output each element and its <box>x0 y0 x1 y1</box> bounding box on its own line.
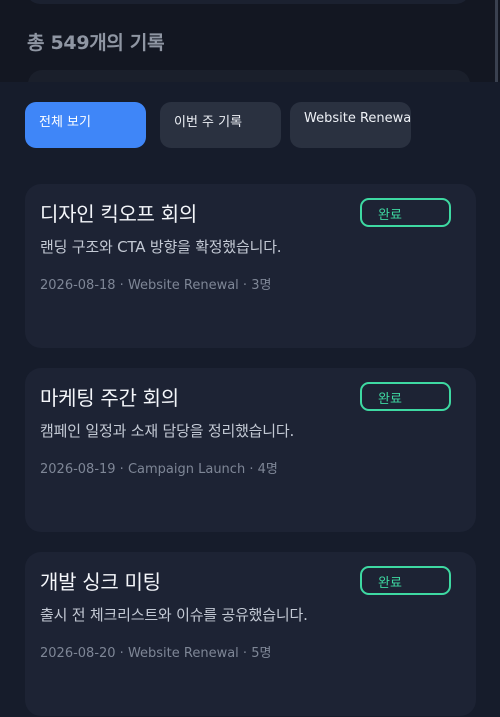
meeting-title: 디자인 킥오프 회의 <box>40 202 197 226</box>
meeting-summary: 랜딩 구조와 CTA 방향을 확정했습니다. <box>40 238 282 256</box>
meeting-title: 마케팅 주간 회의 <box>40 386 179 410</box>
meeting-summary: 출시 전 체크리스트와 이슈를 공유했습니다. <box>40 606 308 624</box>
meeting-meta: 2026-08-20 · Website Renewal · 5명 <box>40 646 272 661</box>
previous-card-edge <box>26 0 470 4</box>
meeting-summary: 캠페인 일정과 소재 담당을 정리했습니다. <box>40 422 295 440</box>
record-count: 총 549개의 기록 <box>27 32 165 54</box>
status-badge: 완료 <box>360 566 451 595</box>
scrollbar[interactable] <box>495 0 498 84</box>
meeting-meta: 2026-08-18 · Website Renewal · 3명 <box>40 278 272 293</box>
status-badge: 완료 <box>360 382 451 411</box>
meeting-card[interactable]: 개발 싱크 미팅 완료 출시 전 체크리스트와 이슈를 공유했습니다. 2026… <box>25 552 476 716</box>
meeting-meta: 2026-08-19 · Campaign Launch · 4명 <box>40 462 278 477</box>
status-badge: 완료 <box>360 198 451 227</box>
meeting-card[interactable]: 디자인 킥오프 회의 완료 랜딩 구조와 CTA 방향을 확정했습니다. 202… <box>25 184 476 348</box>
filter-chip-this-week[interactable]: 이번 주 기록 <box>160 102 281 148</box>
meeting-title: 개발 싱크 미팅 <box>40 570 161 594</box>
meeting-card[interactable]: 마케팅 주간 회의 완료 캠페인 일정과 소재 담당을 정리했습니다. 2026… <box>25 368 476 532</box>
filter-chip-all[interactable]: 전체 보기 <box>25 102 146 148</box>
filter-chip-project[interactable]: Website Renewal <box>290 102 411 148</box>
